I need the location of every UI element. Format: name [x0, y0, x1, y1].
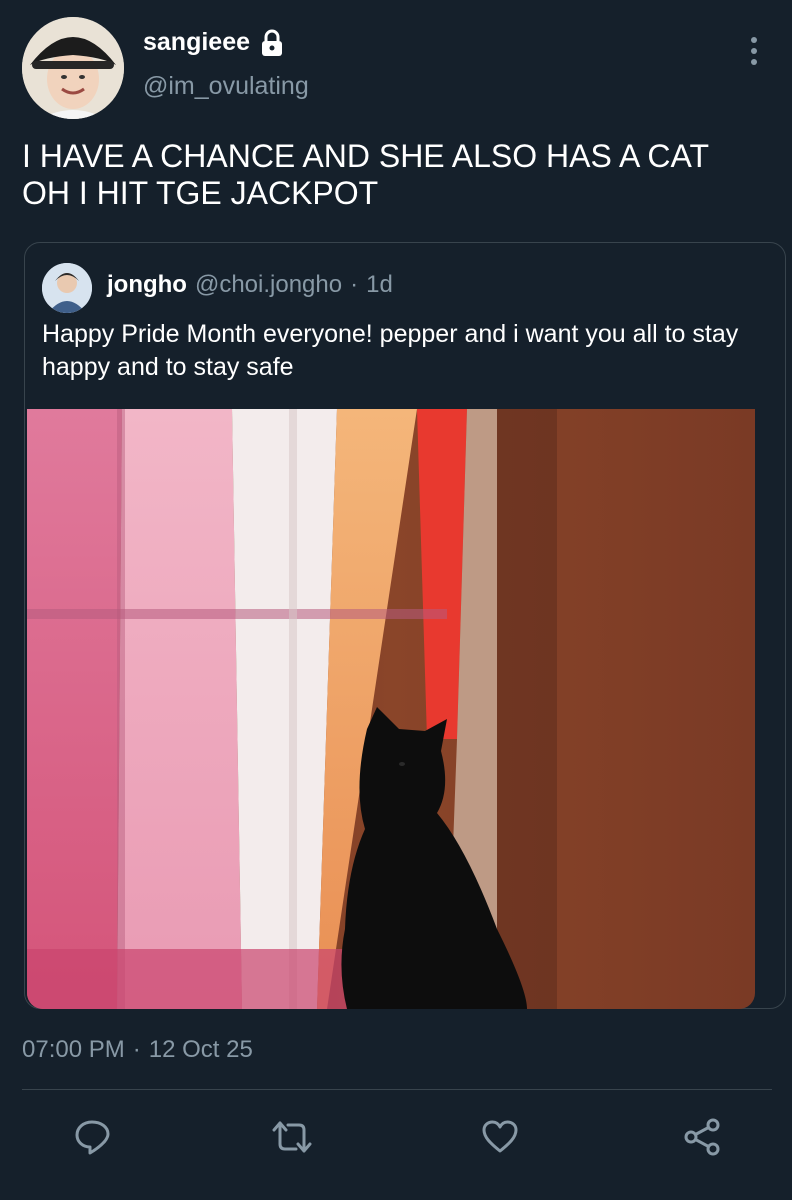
- quoted-photo[interactable]: [27, 409, 755, 1009]
- action-bar: [0, 1115, 792, 1163]
- tweet-text: I HAVE A CHANCE AND SHE ALSO HAS A CAT O…: [22, 138, 710, 211]
- quoted-header: jongho @choi.jongho · 1d: [107, 271, 393, 299]
- quoted-tweet[interactable]: jongho @choi.jongho · 1d Happy Pride Mon…: [24, 242, 786, 1009]
- divider: [22, 1089, 772, 1090]
- quoted-display-name[interactable]: jongho: [107, 271, 187, 299]
- lock-icon: [260, 29, 284, 57]
- quoted-age[interactable]: 1d: [366, 271, 393, 299]
- tweet-card: sangieee @im_ovulating I HAVE A CHANCE A…: [0, 0, 792, 1200]
- share-icon[interactable]: [680, 1115, 724, 1159]
- retweet-icon[interactable]: [270, 1115, 314, 1159]
- author-handle[interactable]: @im_ovulating: [143, 72, 309, 101]
- author-avatar[interactable]: [22, 17, 124, 119]
- more-options-icon[interactable]: [748, 36, 760, 66]
- tweet-date: 12 Oct 25: [148, 1036, 253, 1063]
- quoted-text: Happy Pride Month everyone! pepper and i…: [42, 320, 739, 381]
- author-name-row: sangieee: [143, 28, 284, 57]
- author-display-name[interactable]: sangieee: [143, 28, 250, 57]
- tweet-time: 07:00 PM: [22, 1036, 125, 1063]
- reply-icon[interactable]: [70, 1115, 114, 1159]
- quoted-separator: ·: [350, 271, 359, 298]
- timestamp-separator: ·: [132, 1036, 141, 1063]
- quoted-handle[interactable]: @choi.jongho: [195, 271, 342, 299]
- like-icon[interactable]: [478, 1115, 522, 1159]
- quoted-author-avatar[interactable]: [42, 263, 92, 313]
- tweet-timestamp[interactable]: 07:00 PM · 12 Oct 25: [22, 1036, 253, 1064]
